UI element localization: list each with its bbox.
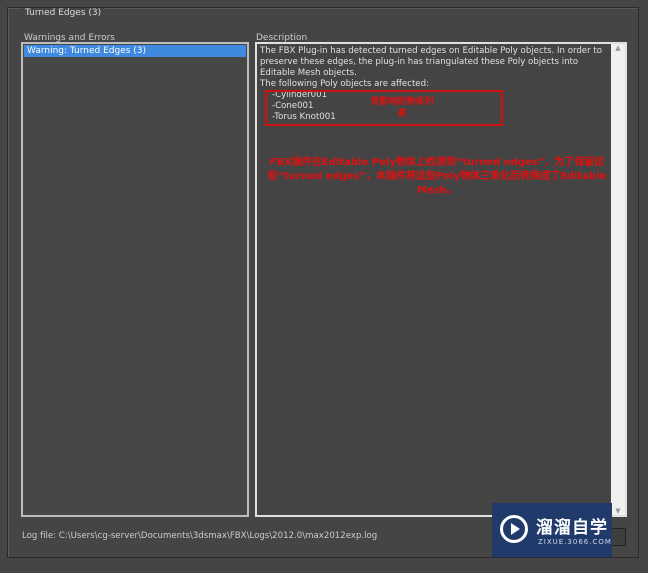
watermark: 溜溜自学 ZIXUE.3066.COM [492, 503, 612, 557]
annotation-box-label: 受影响的物体列表 [370, 97, 434, 119]
log-file-path: Log file: C:\Users\cg-server\Documents\3… [22, 531, 378, 541]
scroll-up-icon[interactable]: ▲ [611, 44, 625, 52]
description-text: The FBX Plug-in has detected turned edge… [260, 46, 602, 78]
annotation-box: 受影响的物体列表 [265, 90, 503, 126]
watermark-subtitle: ZIXUE.3066.COM [538, 538, 612, 546]
affected-heading: The following Poly objects are affected: [260, 79, 429, 89]
description-textarea[interactable]: The FBX Plug-in has detected turned edge… [255, 42, 627, 517]
group-title: Turned Edges (3) [22, 8, 105, 18]
scrollbar[interactable]: ▲ ▼ [611, 44, 625, 515]
warnings-list[interactable]: Warning: Turned Edges (3) [21, 42, 249, 517]
list-item[interactable]: Warning: Turned Edges (3) [24, 45, 246, 57]
play-icon [500, 515, 528, 543]
scroll-down-icon[interactable]: ▼ [611, 507, 625, 515]
annotation-text: FBX插件在Editable Poly物体上检测到“turned edges”，… [267, 157, 607, 196]
watermark-title: 溜溜自学 [536, 518, 608, 538]
